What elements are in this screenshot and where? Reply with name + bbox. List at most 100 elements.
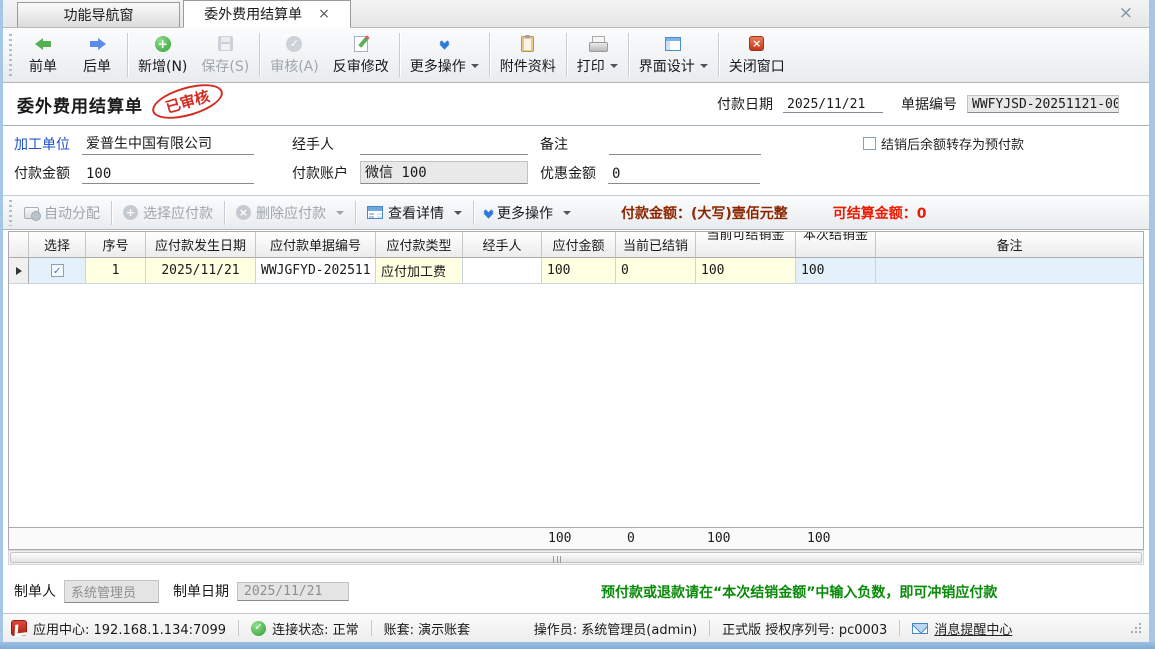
status-bar: 应用中心: 192.168.1.134:7099 ✓ 连接状态: 正常 账套: … <box>3 613 1149 642</box>
cell-settled[interactable]: 0 <box>616 258 696 284</box>
discount-field[interactable]: 0 <box>608 166 760 184</box>
discount-label: 优惠金额 <box>540 163 596 184</box>
delete-payable-button[interactable]: × 删除应付款 <box>228 200 352 226</box>
document-footer: 制单人 系统管理员 制单日期 2025/11/21 预付款或退款请在“本次结销金… <box>3 573 1149 609</box>
pay-amount-field[interactable]: 100 <box>82 166 254 184</box>
column-header-seq[interactable]: 序号 <box>86 232 146 258</box>
doc-no-field[interactable]: WWFYJSD-20251121-000 <box>967 95 1119 113</box>
pay-date-field[interactable]: 2025/11/21 <box>783 96 883 113</box>
row-indicator <box>9 258 29 284</box>
select-payable-button[interactable]: + 选择应付款 <box>115 200 221 226</box>
more-operations-detail-button[interactable]: 更多操作 <box>477 200 579 226</box>
column-header-date[interactable]: 应付款发生日期 <box>146 232 256 258</box>
operator-status: 操作员: 系统管理员(admin) <box>534 619 697 638</box>
prev-doc-button[interactable]: 前单 <box>16 31 70 79</box>
edit-pencil-icon <box>354 36 368 52</box>
more-operations-button[interactable]: 更多操作 <box>403 31 486 79</box>
scrollbar-thumb[interactable] <box>10 552 1142 563</box>
detail-view-icon <box>367 206 383 219</box>
toolbar-separator <box>127 33 128 77</box>
x-circle-icon: × <box>236 205 251 220</box>
column-header-type[interactable]: 应付款类型 <box>376 232 463 258</box>
cell-available[interactable]: 100 <box>696 258 796 284</box>
save-button[interactable]: 保存(S) <box>194 31 256 79</box>
cell-docno[interactable]: WWJGFYD-202511 <box>256 258 376 284</box>
attachments-button[interactable]: 附件资料 <box>493 31 563 79</box>
table-row[interactable]: ✓ 1 2025/11/21 WWJGFYD-202511 应付加工费 100 … <box>9 258 1143 284</box>
pay-account-field[interactable]: 微信 100 <box>360 161 528 184</box>
auto-assign-button[interactable]: 自动分配 <box>16 200 108 226</box>
handler-field[interactable] <box>360 153 528 155</box>
save-floppy-icon <box>218 36 233 51</box>
toolbar-grip <box>9 200 12 226</box>
next-doc-button[interactable]: 后单 <box>70 31 124 79</box>
approve-button[interactable]: ✓ 审核(A) <box>263 31 326 79</box>
column-header-available[interactable]: 当前可结销金 <box>696 232 796 258</box>
remark-field[interactable] <box>609 153 761 155</box>
license-status: 正式版 授权序列号: pc0003 <box>722 619 887 638</box>
dropdown-arrow-icon <box>471 64 479 68</box>
summary-available: 100 <box>707 531 730 546</box>
statusbar-separator <box>899 620 900 636</box>
cell-type[interactable]: 应付加工费 <box>376 258 463 284</box>
check-circle-icon: ✓ <box>286 36 302 52</box>
processor-label-link[interactable]: 加工单位 <box>14 134 70 155</box>
column-header-handler[interactable]: 经手人 <box>463 232 542 258</box>
arrow-right-icon <box>89 38 106 50</box>
summary-amount: 100 <box>548 531 571 546</box>
handler-label: 经手人 <box>292 134 334 155</box>
processor-field[interactable]: 爱普生中国有限公司 <box>82 133 254 155</box>
statusbar-separator <box>709 620 710 636</box>
transfer-balance-checkbox[interactable] <box>863 137 876 150</box>
tab-close-icon[interactable]: × <box>318 6 330 22</box>
resize-grip-icon[interactable] <box>1131 623 1141 633</box>
toolbar-separator <box>355 201 356 225</box>
cell-handler[interactable] <box>463 258 542 284</box>
horizontal-scrollbar[interactable] <box>8 550 1144 565</box>
tab-nav-window[interactable]: 功能导航窗 <box>17 2 180 27</box>
column-header-remark[interactable]: 备注 <box>876 232 1143 258</box>
dropdown-arrow-icon <box>563 211 571 215</box>
unapprove-edit-button[interactable]: 反审修改 <box>326 31 396 79</box>
cell-current[interactable]: 100 <box>796 258 876 284</box>
tab-outsourcing-settlement[interactable]: 委外费用结算单 × <box>183 0 351 28</box>
column-header-docno[interactable]: 应付款单据编号 <box>256 232 376 258</box>
plus-circle-icon: + <box>123 205 138 220</box>
statusbar-separator <box>238 620 239 636</box>
column-header-amount[interactable]: 应付金额 <box>542 232 616 258</box>
toolbar-separator <box>224 201 225 225</box>
toolbar-separator <box>718 33 719 77</box>
print-button[interactable]: 打印 <box>570 31 625 79</box>
row-select-checkbox[interactable]: ✓ <box>51 264 64 277</box>
add-new-button[interactable]: + 新增(N) <box>131 31 194 79</box>
cell-date[interactable]: 2025/11/21 <box>146 258 256 284</box>
document-header: 委外费用结算单 已审核 付款日期 2025/11/21 单据编号 WWFYJSD… <box>3 83 1149 126</box>
column-header-settled[interactable]: 当前已结销 <box>616 232 696 258</box>
close-window-button[interactable]: × 关闭窗口 <box>722 31 792 79</box>
dropdown-arrow-icon <box>336 211 344 215</box>
toolbar-separator <box>399 33 400 77</box>
tab-label: 委外费用结算单 <box>204 4 302 24</box>
cell-remark[interactable] <box>876 258 1143 284</box>
view-details-button[interactable]: 查看详情 <box>359 200 470 226</box>
window-close-icon[interactable]: × <box>1119 5 1133 22</box>
double-chevron-down-icon <box>441 36 448 52</box>
summary-settled: 0 <box>627 531 635 546</box>
main-toolbar: 前单 后单 + 新增(N) 保存(S) ✓ 审核(A) 反审修改 更多操作 <box>3 28 1149 83</box>
connection-ok-icon: ✓ <box>251 621 266 636</box>
ui-design-button[interactable]: 界面设计 <box>632 31 715 79</box>
scrollbar-grip-icon <box>553 556 561 563</box>
app-window: 功能导航窗 委外费用结算单 × × 前单 后单 + 新增(N) 保存(S) ✓ <box>0 0 1155 649</box>
creator-label: 制单人 <box>14 581 56 602</box>
window-bottom-border <box>0 642 1155 649</box>
cell-select[interactable]: ✓ <box>29 258 86 284</box>
printer-icon <box>589 36 606 52</box>
message-center-link[interactable]: 消息提醒中心 <box>912 619 1012 638</box>
current-row-arrow-icon <box>16 267 22 275</box>
column-header-select[interactable]: 选择 <box>29 232 86 258</box>
statusbar-separator <box>371 620 372 636</box>
cell-amount[interactable]: 100 <box>542 258 616 284</box>
cell-seq[interactable]: 1 <box>86 258 146 284</box>
grid-header-row: 选择 序号 应付款发生日期 应付款单据编号 应付款类型 经手人 应付金额 当前已… <box>9 232 1143 258</box>
column-header-current[interactable]: 本次结销金 <box>796 232 876 258</box>
